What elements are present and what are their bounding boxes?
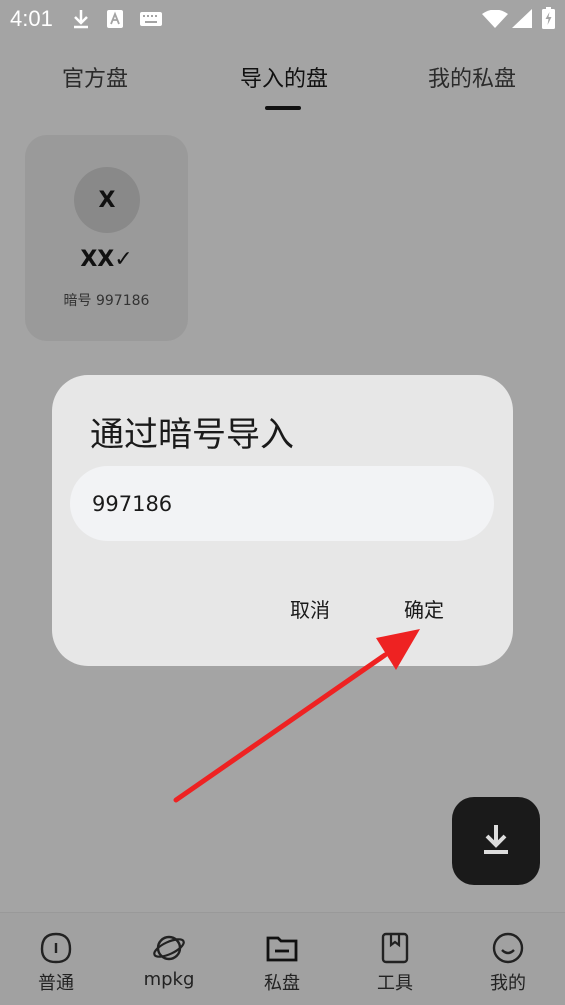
- nav-item-normal[interactable]: 普通: [11, 931, 101, 995]
- folder-icon: [266, 936, 298, 962]
- nav-item-tools[interactable]: 工具: [350, 931, 440, 995]
- confirm-button[interactable]: 确定: [404, 594, 444, 623]
- font-icon: [107, 10, 123, 28]
- nav-item-mine[interactable]: 我的: [463, 931, 553, 995]
- keyboard-icon: [140, 12, 162, 26]
- nav-label: 工具: [377, 973, 413, 994]
- planet-icon: [153, 935, 185, 961]
- disk-code: 暗号 997186: [63, 293, 150, 309]
- tab-official-disk[interactable]: 官方盘: [62, 61, 128, 93]
- tab-imported-disk[interactable]: 导入的盘: [240, 61, 328, 93]
- book-icon: [381, 932, 409, 964]
- code-input[interactable]: [70, 466, 494, 541]
- download-icon: [74, 10, 88, 29]
- disk-card[interactable]: X XX✓ 暗号 997186: [25, 135, 188, 341]
- status-time: 4:01: [10, 6, 53, 31]
- battery-icon: [542, 7, 555, 29]
- nav-item-private-disk[interactable]: 私盘: [237, 931, 327, 995]
- download-icon: [484, 825, 508, 854]
- tab-my-private-disk[interactable]: 我的私盘: [428, 61, 516, 93]
- disk-name: XX✓: [80, 247, 133, 272]
- nav-label: mpkg: [143, 969, 195, 990]
- wifi-icon: [482, 10, 508, 28]
- nav-label: 普通: [38, 973, 74, 994]
- info-icon: [40, 932, 72, 964]
- signal-icon: [512, 9, 532, 28]
- import-dialog: 通过暗号导入 取消 确定: [52, 375, 513, 666]
- dialog-title: 通过暗号导入: [90, 415, 294, 455]
- status-bar: 4:01: [0, 0, 565, 40]
- nav-label: 私盘: [264, 973, 300, 994]
- avatar: X: [74, 167, 140, 233]
- smile-icon: [492, 932, 524, 964]
- active-tab-indicator: [265, 106, 301, 110]
- cancel-button[interactable]: 取消: [290, 594, 330, 623]
- nav-label: 我的: [490, 973, 526, 994]
- nav-item-mpkg[interactable]: mpkg: [124, 931, 214, 990]
- download-fab[interactable]: [452, 797, 540, 885]
- bottom-nav: 普通 mpkg 私盘 工具 我的: [0, 912, 565, 1005]
